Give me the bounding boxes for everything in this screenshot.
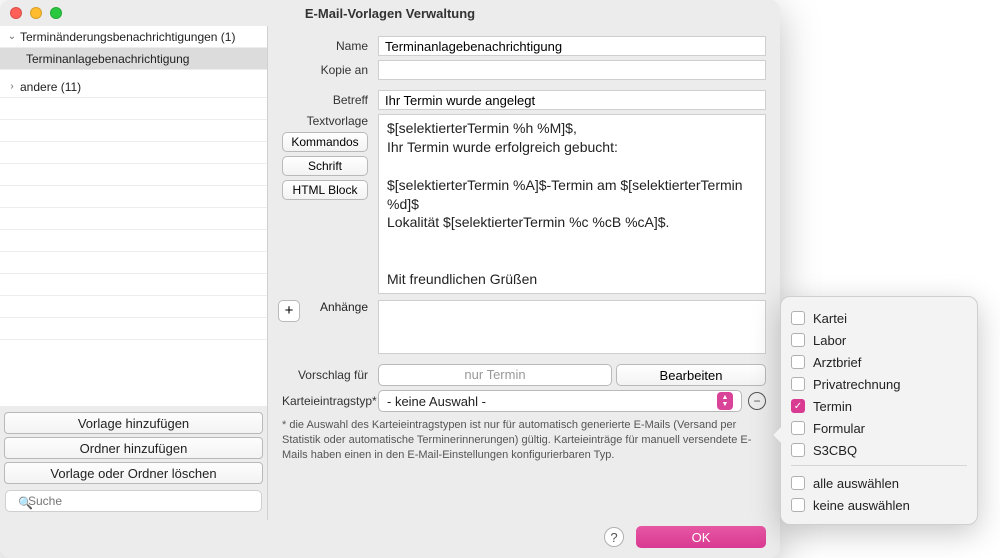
help-button[interactable]: ? (604, 527, 624, 547)
checkbox-icon: ✓ (791, 399, 805, 413)
label-template: Textvorlage (282, 114, 368, 128)
chevron-right-icon: › (6, 81, 18, 92)
tree-group-andere[interactable]: › andere (11) (0, 76, 267, 98)
label-entry-type: Karteieintragstyp* (282, 394, 378, 408)
tree-item-selected[interactable]: Terminanlagebenachrichtigung (0, 48, 267, 70)
ok-button[interactable]: OK (636, 526, 766, 548)
delete-button[interactable]: Vorlage oder Ordner löschen (4, 462, 263, 484)
remove-entry-type-button[interactable]: − (748, 392, 766, 410)
commands-button[interactable]: Kommandos (282, 132, 368, 152)
edit-suggestion-button[interactable]: Bearbeiten (616, 364, 766, 386)
popover-item[interactable]: ✓Termin (791, 395, 967, 417)
label-copy-to: Kopie an (282, 63, 378, 77)
titlebar: E-Mail-Vorlagen Verwaltung (0, 0, 780, 26)
suggestion-display: nur Termin (378, 364, 612, 386)
checkbox-icon (791, 421, 805, 435)
add-folder-button[interactable]: Ordner hinzufügen (4, 437, 263, 459)
label-name: Name (282, 39, 378, 53)
checkbox-icon (791, 377, 805, 391)
tree-group-terminbenachrichtigungen[interactable]: ⌄ Terminänderungsbenachrichtigungen (1) (0, 26, 267, 48)
popover-item[interactable]: Arztbrief (791, 351, 967, 373)
hint-text: * die Auswahl des Karteieintragstypen is… (282, 418, 766, 463)
font-button[interactable]: Schrift (282, 156, 368, 176)
popover-item[interactable]: Privatrechnung (791, 373, 967, 395)
select-none-row[interactable]: keine auswählen (791, 494, 967, 516)
checkbox-icon (791, 355, 805, 369)
checkbox-icon (791, 476, 805, 490)
chevron-down-icon: ⌄ (6, 31, 18, 42)
entry-type-combo[interactable]: - keine Auswahl - ▲▼ (378, 390, 742, 412)
sidebar: ⌄ Terminänderungsbenachrichtigungen (1) … (0, 26, 268, 520)
label-attachments: Anhänge (320, 300, 368, 314)
suggestion-popover: KarteiLaborArztbriefPrivatrechnung✓Termi… (780, 296, 978, 525)
checkbox-icon (791, 498, 805, 512)
popover-item[interactable]: S3CBQ (791, 439, 967, 461)
dialog-window: E-Mail-Vorlagen Verwaltung ⌄ Terminänder… (0, 0, 780, 558)
footer: ? OK (0, 520, 780, 558)
name-field[interactable] (378, 36, 766, 56)
subject-field[interactable] (378, 90, 766, 110)
copy-to-field[interactable] (378, 60, 766, 80)
label-subject: Betreff (282, 93, 378, 107)
html-block-button[interactable]: HTML Block (282, 180, 368, 200)
add-attachment-button[interactable]: + (278, 300, 300, 322)
label-suggestion: Vorschlag für (282, 368, 378, 382)
window-title: E-Mail-Vorlagen Verwaltung (0, 6, 780, 21)
template-tree[interactable]: ⌄ Terminänderungsbenachrichtigungen (1) … (0, 26, 267, 406)
checkbox-icon (791, 333, 805, 347)
updown-icon: ▲▼ (717, 392, 733, 410)
popover-item[interactable]: Formular (791, 417, 967, 439)
main-panel: Name Kopie an Betreff Textvorlage Komman… (268, 26, 780, 520)
popover-item[interactable]: Labor (791, 329, 967, 351)
checkbox-icon (791, 443, 805, 457)
template-textarea[interactable]: $[selektierterTermin %h %M]$, Ihr Termin… (378, 114, 766, 294)
add-template-button[interactable]: Vorlage hinzufügen (4, 412, 263, 434)
search-input[interactable] (5, 490, 262, 512)
popover-item[interactable]: Kartei (791, 307, 967, 329)
search-icon: 🔍 (18, 496, 33, 510)
checkbox-icon (791, 311, 805, 325)
select-all-row[interactable]: alle auswählen (791, 472, 967, 494)
attachments-box[interactable] (378, 300, 766, 354)
